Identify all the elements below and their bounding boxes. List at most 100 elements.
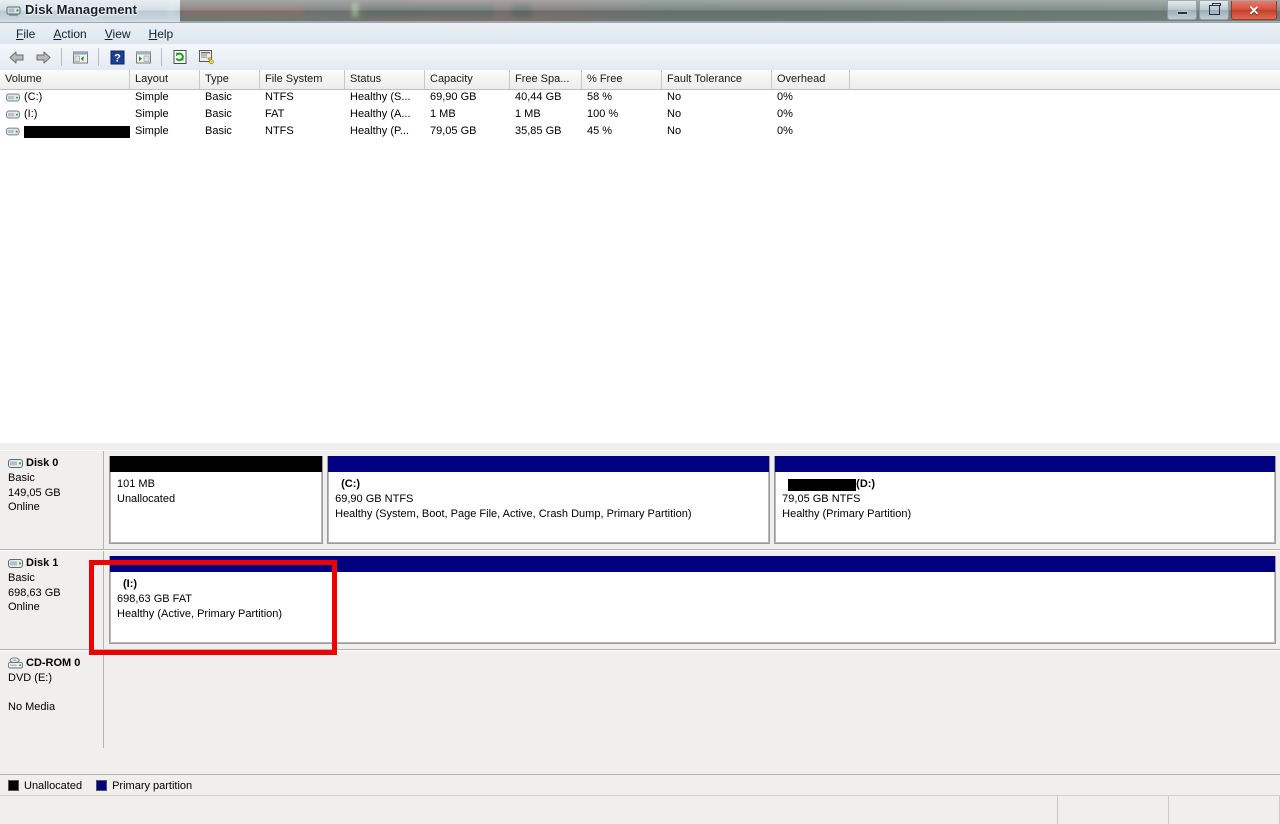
- disk-graphical-pane[interactable]: Disk 0Basic149,05 GBOnline101 MBUnalloca…: [0, 450, 1280, 774]
- cdrom-title: CD-ROM 0: [8, 657, 97, 669]
- help-icon[interactable]: ?: [105, 45, 129, 69]
- volume-list-header: VolumeLayoutTypeFile SystemStatusCapacit…: [0, 70, 1280, 90]
- volume-drive-icon: [6, 109, 20, 120]
- partition-label: (I:): [117, 577, 1268, 592]
- menu-help-rest: elp: [157, 27, 173, 41]
- partition-d[interactable]: (D:)79,05 GB NTFSHealthy (Primary Partit…: [774, 456, 1276, 544]
- column-header-layout[interactable]: Layout: [130, 70, 200, 89]
- partition-c[interactable]: (C:)69,90 GB NTFSHealthy (System, Boot, …: [327, 456, 770, 544]
- partition-label: (D:): [782, 477, 1268, 492]
- cell-volume: (C:): [0, 89, 130, 106]
- cell-overhead: 0%: [772, 123, 850, 140]
- minimize-button[interactable]: [1167, 1, 1197, 20]
- toolbar-separator: [61, 48, 62, 66]
- menu-file-rest: ile: [23, 27, 35, 41]
- disk-info-disk-1[interactable]: Disk 1Basic698,63 GBOnline: [0, 551, 104, 649]
- cell-status: Healthy (A...: [345, 106, 425, 123]
- disk-type: Basic: [8, 471, 97, 486]
- cdrom-type: DVD (E:): [8, 671, 97, 686]
- disk-type: Basic: [8, 571, 97, 586]
- table-row[interactable]: SimpleBasicNTFSHealthy (P...79,05 GB35,8…: [0, 123, 1280, 140]
- partition-i[interactable]: (I:)698,63 GB FATHealthy (Active, Primar…: [109, 556, 1276, 644]
- cdrom-icon: [8, 657, 23, 669]
- partition-details: (D:)79,05 GB NTFSHealthy (Primary Partit…: [775, 472, 1275, 543]
- show-console-tree-icon[interactable]: [68, 45, 92, 69]
- cell-file-system: FAT: [260, 106, 345, 123]
- maximize-icon: [1209, 5, 1220, 15]
- status-bar: [0, 795, 1280, 824]
- cell-free-space: 1 MB: [510, 106, 582, 123]
- disk-state: Online: [8, 500, 97, 515]
- legend-swatch-primary: [96, 780, 107, 791]
- legend-label-primary: Primary partition: [112, 780, 192, 792]
- column-header-type[interactable]: Type: [200, 70, 260, 89]
- volume-label: (C:): [24, 89, 42, 106]
- partition-details: (C:)69,90 GB NTFSHealthy (System, Boot, …: [328, 472, 769, 543]
- partition-status: Healthy (Active, Primary Partition): [117, 607, 1268, 622]
- close-icon: ✕: [1249, 4, 1260, 17]
- minimize-icon: [1178, 12, 1187, 14]
- disk-row-disk-0[interactable]: Disk 0 Basic149,05 GBOnline 101 MBUnalloca…: [0, 450, 1280, 550]
- disk-icon: [8, 458, 23, 469]
- column-header-free[interactable]: % Free: [582, 70, 662, 89]
- close-button[interactable]: ✕: [1231, 1, 1277, 20]
- forward-icon[interactable]: [31, 45, 55, 69]
- menu-file[interactable]: File: [7, 25, 44, 43]
- disk-row-disk-1[interactable]: Disk 1Basic698,63 GBOnline(I:)698,63 GB …: [0, 550, 1280, 650]
- menu-view-rest: iew: [113, 27, 131, 41]
- column-header-file-system[interactable]: File System: [260, 70, 345, 89]
- capacity-bar: [775, 456, 1275, 472]
- rescan-disks-icon[interactable]: [194, 45, 218, 69]
- volume-list[interactable]: VolumeLayoutTypeFile SystemStatusCapacit…: [0, 70, 1280, 443]
- legend-item-primary-partition: Primary partition: [96, 780, 192, 792]
- column-header-free-spa[interactable]: Free Spa...: [510, 70, 582, 89]
- cell-capacity: 79,05 GB: [425, 123, 510, 140]
- table-row[interactable]: (C:)SimpleBasicNTFSHealthy (S...69,90 GB…: [0, 89, 1280, 106]
- maximize-button[interactable]: [1199, 1, 1229, 20]
- partition-status: Unallocated: [117, 492, 315, 507]
- cell-layout: Simple: [130, 123, 200, 140]
- menu-view[interactable]: View: [96, 25, 140, 43]
- column-header-fault-tolerance[interactable]: Fault Tolerance: [662, 70, 772, 89]
- table-row[interactable]: (I:)SimpleBasicFATHealthy (A...1 MB1 MB1…: [0, 106, 1280, 123]
- status-bar-pane-1: [1058, 796, 1169, 824]
- cell-volume: (I:): [0, 106, 130, 123]
- refresh-icon[interactable]: [168, 45, 192, 69]
- column-header-filler: [850, 70, 1280, 89]
- cell-status: Healthy (S...: [345, 89, 425, 106]
- partition-status: Healthy (System, Boot, Page File, Active…: [335, 507, 762, 522]
- column-header-capacity[interactable]: Capacity: [425, 70, 510, 89]
- column-header-status[interactable]: Status: [345, 70, 425, 89]
- cell-fault-tolerance: No: [662, 89, 772, 106]
- partition-drive-letter: (C:): [341, 477, 360, 492]
- capacity-bar: [110, 456, 322, 472]
- cell-overhead: 0%: [772, 106, 850, 123]
- menu-bar: File Action View Help: [0, 23, 1280, 45]
- partition-unallocated[interactable]: 101 MBUnallocated: [109, 456, 323, 544]
- cell-layout: Simple: [130, 89, 200, 106]
- show-action-pane-icon[interactable]: [131, 45, 155, 69]
- disk-row-cdrom-0[interactable]: CD-ROM 0 DVD (E:) No Media: [0, 650, 1280, 748]
- partition-size-fs: 69,90 GB NTFS: [335, 492, 762, 507]
- cell-volume: [0, 123, 130, 140]
- disk-size: 149,05 GB: [8, 486, 97, 501]
- window-title: Disk Management: [25, 2, 137, 17]
- cell-type: Basic: [200, 89, 260, 106]
- column-header-overhead[interactable]: Overhead: [772, 70, 850, 89]
- disk-title: Disk 0: [8, 457, 97, 469]
- volume-list-body: (C:)SimpleBasicNTFSHealthy (S...69,90 GB…: [0, 89, 1280, 140]
- back-icon[interactable]: [5, 45, 29, 69]
- disk-state: Online: [8, 600, 97, 615]
- disk-info-disk-0[interactable]: Disk 0 Basic149,05 GBOnline: [0, 451, 104, 549]
- cell-free-space: 35,85 GB: [510, 123, 582, 140]
- menu-action[interactable]: Action: [44, 25, 95, 43]
- column-header-volume[interactable]: Volume: [0, 70, 130, 89]
- partition-status: Healthy (Primary Partition): [782, 507, 1268, 522]
- toolbar: ?: [0, 44, 1280, 71]
- legend-label-unallocated: Unallocated: [24, 780, 82, 792]
- legend: Unallocated Primary partition: [0, 774, 1280, 796]
- cell-percent-free: 45 %: [582, 123, 662, 140]
- menu-help[interactable]: Help: [140, 25, 183, 43]
- title-bar[interactable]: Disk Management ✕: [0, 0, 1280, 22]
- disk-info-cdrom-0[interactable]: CD-ROM 0 DVD (E:) No Media: [0, 651, 104, 748]
